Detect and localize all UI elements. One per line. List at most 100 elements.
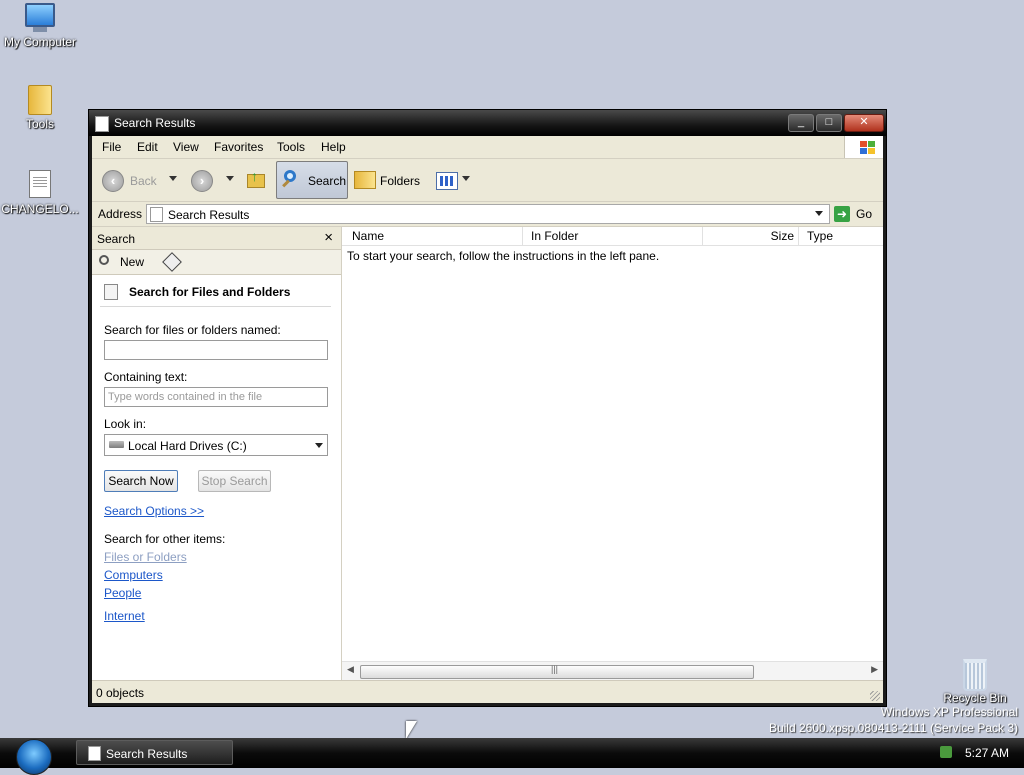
other-item-internet[interactable]: Internet bbox=[104, 609, 145, 623]
start-button[interactable] bbox=[16, 739, 52, 775]
address-bar: Address Search Results ➜ Go bbox=[92, 202, 883, 227]
watermark-line1: Windows XP Professional bbox=[880, 705, 1018, 719]
desktop-icon-label: My Computer bbox=[3, 35, 77, 49]
other-item-files-or-folders[interactable]: Files or Folders bbox=[104, 550, 187, 564]
search-now-button[interactable]: Search Now bbox=[104, 470, 178, 492]
title-bar[interactable]: Search Results _ □ ✕ bbox=[89, 110, 886, 136]
search-companion-icon[interactable] bbox=[162, 252, 182, 272]
search-pane: Search × New Search for Files and Folder… bbox=[92, 227, 342, 680]
look-in-select[interactable]: Local Hard Drives (C:) bbox=[104, 434, 328, 456]
scrollbar-thumb[interactable]: ||| bbox=[360, 664, 754, 679]
menu-favorites[interactable]: Favorites bbox=[214, 140, 263, 154]
maximize-button[interactable]: □ bbox=[816, 114, 842, 132]
menu-view[interactable]: View bbox=[173, 140, 199, 154]
other-item-people[interactable]: People bbox=[104, 586, 141, 600]
hard-drive-icon bbox=[109, 441, 124, 448]
new-search-icon[interactable] bbox=[99, 255, 109, 265]
status-text: 0 objects bbox=[96, 686, 145, 700]
look-in-label: Look in: bbox=[104, 417, 147, 431]
address-input[interactable]: Search Results bbox=[146, 204, 830, 224]
folders-icon[interactable] bbox=[354, 171, 376, 189]
new-search-button[interactable]: New bbox=[120, 255, 144, 269]
other-items-label: Search for other items: bbox=[104, 532, 226, 546]
views-dropdown-icon[interactable] bbox=[462, 176, 470, 181]
menu-file[interactable]: File bbox=[102, 140, 121, 154]
search-results-window: Search Results _ □ ✕ File Edit View Favo… bbox=[88, 109, 887, 707]
menu-bar: File Edit View Favorites Tools Help bbox=[92, 136, 883, 159]
look-in-dropdown-icon[interactable] bbox=[315, 443, 323, 448]
column-header-size[interactable]: Size bbox=[703, 227, 799, 246]
back-button-label[interactable]: Back bbox=[130, 174, 157, 188]
window-title: Search Results bbox=[114, 116, 196, 130]
document-icon bbox=[23, 170, 57, 200]
search-page-icon bbox=[88, 746, 101, 761]
desktop-icon-recycle-bin[interactable]: Recycle Bin bbox=[935, 659, 1015, 705]
menu-help[interactable]: Help bbox=[321, 140, 346, 154]
filename-input[interactable] bbox=[104, 340, 328, 360]
back-arrow-icon[interactable]: ‹ bbox=[102, 170, 124, 192]
standard-toolbar: ‹ Back › ↑ Search Folders bbox=[92, 159, 883, 202]
computer-icon bbox=[23, 3, 57, 33]
desktop-icon-label: Tools bbox=[25, 117, 54, 131]
search-files-icon bbox=[104, 284, 118, 300]
desktop-icon-label: CHANGELO... bbox=[1, 202, 79, 216]
taskbar-clock[interactable]: 5:27 AM bbox=[965, 746, 1009, 760]
os-watermark: Windows XP Professional Build 2600.xpsp.… bbox=[769, 705, 1018, 735]
folders-button-label[interactable]: Folders bbox=[380, 174, 420, 188]
section-divider bbox=[100, 306, 331, 307]
other-item-computers[interactable]: Computers bbox=[104, 568, 163, 582]
search-options-link[interactable]: Search Options >> bbox=[104, 504, 204, 518]
empty-results-message: To start your search, follow the instruc… bbox=[347, 249, 660, 263]
address-dropdown-icon[interactable] bbox=[815, 211, 823, 216]
desktop-icon-my-computer[interactable]: My Computer bbox=[0, 3, 80, 49]
search-pane-header: Search × bbox=[92, 227, 341, 250]
stop-search-button[interactable]: Stop Search bbox=[198, 470, 271, 492]
column-header-in-folder[interactable]: In Folder bbox=[523, 227, 703, 246]
close-button[interactable]: ✕ bbox=[844, 114, 884, 132]
scroll-right-icon[interactable]: ▶ bbox=[871, 664, 878, 675]
search-button[interactable]: Search bbox=[276, 161, 348, 199]
column-header-name[interactable]: Name bbox=[342, 227, 523, 246]
desktop-icon-changelog[interactable]: CHANGELO... bbox=[0, 170, 80, 216]
recycle-bin-icon bbox=[958, 659, 992, 691]
magnifier-handle bbox=[282, 179, 290, 188]
containing-text-input[interactable]: Type words contained in the file bbox=[104, 387, 328, 407]
address-value: Search Results bbox=[168, 208, 250, 222]
taskbar-button-label: Search Results bbox=[106, 747, 188, 761]
minimize-button[interactable]: _ bbox=[788, 114, 814, 132]
scroll-left-icon[interactable]: ◀ bbox=[347, 664, 354, 675]
watermark-line2: Build 2600.xpsp.080413-2111 (Service Pac… bbox=[768, 721, 1018, 735]
windows-logo-icon bbox=[844, 136, 883, 158]
window-icon bbox=[95, 116, 109, 132]
containing-text-placeholder: Type words contained in the file bbox=[108, 391, 263, 403]
taskbar: Search Results 5:27 AM bbox=[0, 738, 1024, 775]
address-label: Address bbox=[98, 207, 143, 221]
column-header-type[interactable]: Type bbox=[799, 227, 883, 246]
desktop-icon-label: Recycle Bin bbox=[943, 691, 1007, 705]
up-folder-icon[interactable]: ↑ bbox=[245, 168, 265, 188]
resize-grip-icon[interactable] bbox=[870, 691, 880, 701]
named-label: Search for files or folders named: bbox=[104, 323, 281, 337]
containing-text-label: Containing text: bbox=[104, 370, 188, 384]
horizontal-scrollbar[interactable]: ◀ ||| ▶ bbox=[342, 661, 883, 680]
search-button-label: Search bbox=[308, 174, 347, 188]
desktop-icon-tools[interactable]: Tools bbox=[0, 85, 80, 131]
close-pane-icon[interactable]: × bbox=[324, 229, 333, 246]
network-tray-icon[interactable] bbox=[940, 746, 952, 758]
window-client: File Edit View Favorites Tools Help ‹ Ba… bbox=[92, 136, 883, 703]
forward-dropdown-icon[interactable] bbox=[226, 176, 234, 181]
back-dropdown-icon[interactable] bbox=[169, 176, 177, 181]
taskbar-button-search-results[interactable]: Search Results bbox=[76, 740, 233, 765]
results-list[interactable]: Name In Folder Size Type To start your s… bbox=[342, 227, 883, 680]
forward-arrow-icon[interactable]: › bbox=[191, 170, 213, 192]
go-arrow-icon[interactable]: ➜ bbox=[834, 206, 850, 222]
go-button-label[interactable]: Go bbox=[856, 207, 872, 221]
search-pane-toolbar: New bbox=[92, 250, 341, 275]
search-page-icon bbox=[150, 207, 163, 222]
status-bar: 0 objects bbox=[92, 680, 883, 703]
menu-tools[interactable]: Tools bbox=[277, 140, 305, 154]
menu-edit[interactable]: Edit bbox=[137, 140, 158, 154]
search-pane-title: Search bbox=[97, 232, 136, 246]
look-in-value: Local Hard Drives (C:) bbox=[128, 439, 247, 453]
views-icon[interactable] bbox=[436, 172, 458, 190]
